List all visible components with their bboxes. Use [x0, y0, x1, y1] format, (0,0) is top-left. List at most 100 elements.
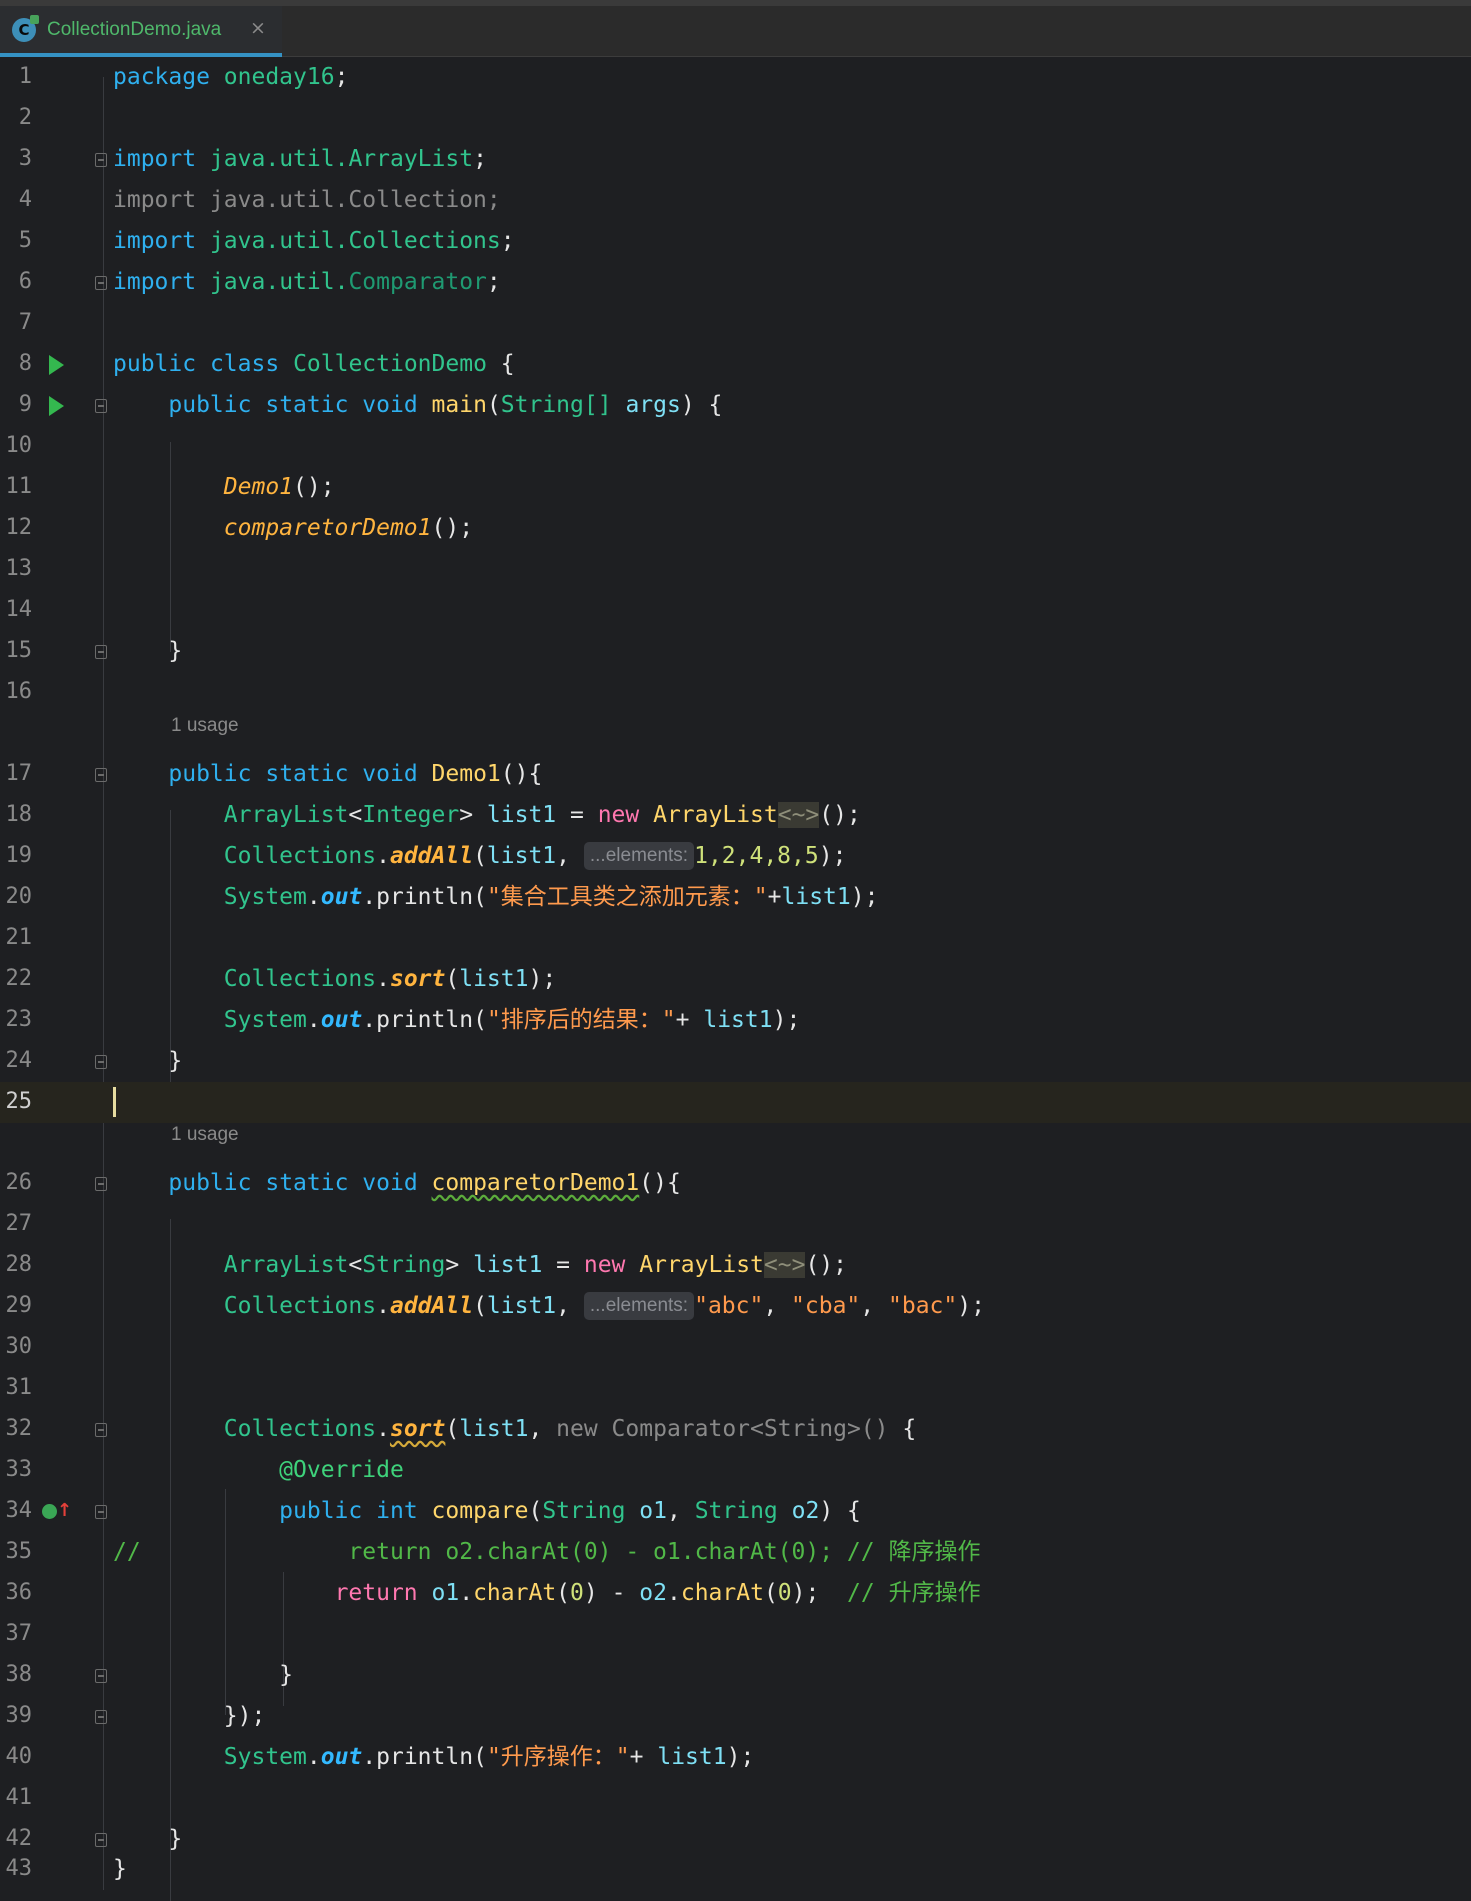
- line-number[interactable]: 12: [0, 515, 33, 540]
- line-number[interactable]: 23: [0, 1007, 33, 1032]
- line-number[interactable]: 34: [0, 1498, 33, 1523]
- line-number[interactable]: 6: [0, 269, 32, 294]
- line-number[interactable]: 11: [0, 474, 33, 499]
- line-number[interactable]: 41: [0, 1785, 33, 1810]
- fold-icon[interactable]: [95, 1710, 107, 1724]
- line-code[interactable]: ArrayList<Integer> list1 = new ArrayList…: [113, 801, 861, 829]
- fold-icon[interactable]: [95, 1669, 107, 1683]
- line-number[interactable]: 14: [0, 597, 33, 622]
- line-code[interactable]: ArrayList<String> list1 = new ArrayList<…: [113, 1251, 847, 1279]
- line-code[interactable]: });: [113, 1702, 266, 1730]
- line-number[interactable]: 39: [0, 1703, 33, 1728]
- line-code[interactable]: Collections.addAll(list1, ...elements: 1,…: [113, 842, 846, 870]
- line-code[interactable]: public static void main(String[] args) {: [113, 391, 722, 419]
- line-number[interactable]: 33: [0, 1457, 33, 1482]
- line-number[interactable]: 4: [0, 187, 32, 212]
- line-code[interactable]: Demo1();: [113, 473, 335, 501]
- fold-icon[interactable]: [95, 153, 107, 167]
- fold-icon[interactable]: [95, 399, 107, 413]
- line-number[interactable]: 42: [0, 1826, 33, 1851]
- line-number[interactable]: 8: [0, 351, 32, 376]
- file-tab-collectiondemo[interactable]: C CollectionDemo.java ×: [0, 6, 282, 57]
- line-code[interactable]: Collections.sort(list1, new Comparator<S…: [113, 1415, 916, 1443]
- line-number[interactable]: 43: [0, 1856, 33, 1881]
- line-code[interactable]: Collections.sort(list1);: [113, 965, 556, 993]
- line-code[interactable]: System.out.println("升序操作："+ list1);: [113, 1743, 755, 1771]
- unused-import[interactable]: import java.util.Collection;: [113, 186, 501, 214]
- line-number[interactable]: 15: [0, 638, 33, 663]
- fold-icon[interactable]: [95, 645, 107, 659]
- line-number[interactable]: 17: [0, 761, 33, 786]
- fold-icon[interactable]: [95, 276, 107, 290]
- punctuation: (){: [500, 761, 543, 787]
- line-code[interactable]: // return o2.charAt(0) - o1.charAt(0); /…: [113, 1538, 980, 1566]
- line-code[interactable]: public class CollectionDemo {: [113, 350, 515, 378]
- line-number[interactable]: 2: [0, 105, 32, 130]
- line-code[interactable]: }: [113, 1855, 127, 1883]
- line-number[interactable]: 3: [0, 146, 32, 171]
- line-number[interactable]: 16: [0, 679, 33, 704]
- fold-icon[interactable]: [95, 1833, 107, 1847]
- line-number[interactable]: 10: [0, 433, 33, 458]
- line-number[interactable]: 19: [0, 843, 33, 868]
- diamond-fold[interactable]: <~>: [763, 1252, 806, 1278]
- line-number[interactable]: 32: [0, 1416, 33, 1441]
- line-number[interactable]: 1: [0, 64, 32, 89]
- line-number[interactable]: 36: [0, 1580, 33, 1605]
- line-number[interactable]: 29: [0, 1293, 33, 1318]
- line-number[interactable]: 31: [0, 1375, 33, 1400]
- line-code[interactable]: Collections.addAll(list1, ...elements: "a…: [113, 1292, 985, 1320]
- line-number[interactable]: 21: [0, 925, 33, 950]
- string-literal: "集合工具类之添加元素：": [486, 884, 768, 910]
- line-number[interactable]: 38: [0, 1662, 33, 1687]
- line-code[interactable]: import java.util.ArrayList;: [113, 145, 487, 173]
- fold-icon[interactable]: [95, 1505, 107, 1519]
- line-code[interactable]: }: [113, 637, 182, 665]
- line-number[interactable]: 9: [0, 392, 32, 417]
- line-number[interactable]: 18: [0, 802, 33, 827]
- line-number[interactable]: 7: [0, 310, 32, 335]
- line-code[interactable]: comparetorDemo1();: [113, 514, 473, 542]
- line-code[interactable]: @Override: [113, 1456, 404, 1484]
- line-code[interactable]: }: [113, 1661, 293, 1689]
- run-icon[interactable]: [49, 355, 64, 375]
- line-code[interactable]: System.out.println("集合工具类之添加元素："+list1);: [113, 883, 879, 911]
- line-number[interactable]: 24: [0, 1048, 33, 1073]
- line-number[interactable]: 20: [0, 884, 33, 909]
- usage-hint[interactable]: 1 usage: [171, 715, 239, 751]
- line-number[interactable]: 22: [0, 966, 33, 991]
- line-code[interactable]: import java.util.Collections;: [113, 227, 515, 255]
- line-code[interactable]: System.out.println("排序后的结果："+ list1);: [113, 1006, 801, 1034]
- line-code[interactable]: }: [113, 1047, 182, 1075]
- line-number[interactable]: 5: [0, 228, 32, 253]
- code-editor[interactable]: 1 package oneday16; 2 3 import java.util…: [0, 57, 1471, 1901]
- punctuation: );: [850, 884, 879, 910]
- static-method-call: sort: [389, 966, 446, 992]
- line-number[interactable]: 37: [0, 1621, 33, 1646]
- line-number[interactable]: 25: [0, 1089, 33, 1114]
- override-arrow-icon[interactable]: ↑: [57, 1501, 72, 1521]
- fold-icon[interactable]: [95, 1055, 107, 1069]
- line-code[interactable]: public static void Demo1(){: [113, 760, 542, 788]
- line-number[interactable]: 30: [0, 1334, 33, 1359]
- line-number[interactable]: 40: [0, 1744, 33, 1769]
- line-number[interactable]: 28: [0, 1252, 33, 1277]
- run-icon[interactable]: [49, 396, 64, 416]
- line-number[interactable]: 13: [0, 556, 33, 581]
- line-code[interactable]: public int compare(String o1, String o2)…: [113, 1497, 861, 1525]
- usage-hint[interactable]: 1 usage: [171, 1124, 239, 1160]
- override-icon[interactable]: [42, 1504, 57, 1519]
- line-code[interactable]: [113, 1087, 116, 1117]
- line-code[interactable]: import java.util.Comparator;: [113, 268, 501, 296]
- line-code[interactable]: package oneday16;: [113, 63, 348, 91]
- fold-icon[interactable]: [95, 1177, 107, 1191]
- line-number[interactable]: 27: [0, 1211, 33, 1236]
- line-code[interactable]: return o1.charAt(0) - o2.charAt(0); // 升…: [113, 1579, 981, 1607]
- close-tab-icon[interactable]: ×: [250, 17, 266, 39]
- fold-icon[interactable]: [95, 768, 107, 782]
- line-number[interactable]: 35: [0, 1539, 33, 1564]
- fold-icon[interactable]: [95, 1423, 107, 1437]
- diamond-fold[interactable]: <~>: [777, 802, 820, 828]
- line-code[interactable]: public static void comparetorDemo1(){: [113, 1169, 680, 1197]
- line-number[interactable]: 26: [0, 1170, 33, 1195]
